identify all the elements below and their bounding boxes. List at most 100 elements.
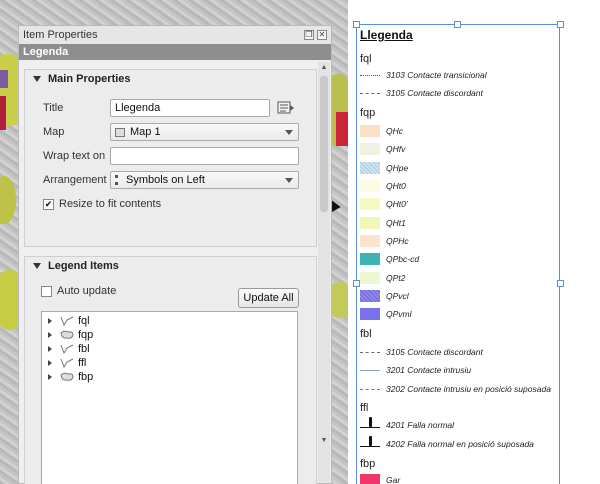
tree-item[interactable]: fql xyxy=(48,314,90,328)
legend-entry: QPvcl xyxy=(360,289,409,303)
scroll-thumb[interactable] xyxy=(320,76,328,212)
map-label: Map xyxy=(43,126,65,138)
fill-swatch xyxy=(360,143,380,155)
dotted-line-icon xyxy=(360,69,380,81)
legend-entry-label: QPvml xyxy=(386,309,412,319)
resize-label: Resize to fit contents xyxy=(59,198,162,210)
float-icon[interactable]: ❐ xyxy=(304,30,314,40)
expand-arrow-icon[interactable] xyxy=(48,374,52,380)
title-input[interactable]: Llegenda xyxy=(110,99,270,117)
fill-swatch xyxy=(360,198,380,210)
tree-item-label: fbp xyxy=(78,371,94,383)
main-properties-header[interactable]: Main Properties xyxy=(25,70,316,88)
fill-swatch xyxy=(360,125,380,137)
auto-update-row[interactable]: Auto update xyxy=(41,281,116,301)
arrangement-select[interactable]: Symbols on Left xyxy=(110,171,299,189)
fill-swatch xyxy=(360,308,380,320)
chevron-down-icon xyxy=(285,178,293,183)
legend-entry: QPbc-cd xyxy=(360,252,419,266)
scroll-up-icon[interactable]: ▲ xyxy=(318,62,330,74)
map-select[interactable]: Map 1 xyxy=(110,123,299,141)
item-properties-panel: Item Properties ❐ ✕ Legenda Main Propert… xyxy=(18,25,332,484)
legend-entry-label: QHfv xyxy=(386,144,406,154)
legend-entry: 4201 Falla normal xyxy=(360,417,455,432)
legend-entry-label: 4201 Falla normal xyxy=(386,420,455,430)
legend-entry: 4202 Falla normal en posició suposada xyxy=(360,436,534,451)
legend-entry-label: QPbc-cd xyxy=(386,254,420,264)
legend-entry-label: 3105 Contacte discordant xyxy=(386,88,483,98)
auto-update-checkbox[interactable] xyxy=(41,285,52,297)
resize-checkbox[interactable]: ✔ xyxy=(43,198,54,210)
fault-line-icon xyxy=(360,436,380,450)
dash-dot-line-icon xyxy=(360,346,380,358)
legend-entry: QHc xyxy=(360,124,403,138)
tree-item[interactable]: ffl xyxy=(48,356,86,370)
legend-entry: QPHc xyxy=(360,234,409,248)
map-feature xyxy=(0,70,8,88)
vertical-scrollbar[interactable]: ▲ ▼ xyxy=(318,62,330,483)
legend-entry-label: QHt0' xyxy=(386,199,408,209)
legend-entry-label: QHt0 xyxy=(386,181,406,191)
expression-editor-icon[interactable] xyxy=(277,101,295,115)
legend-entry-label: 3201 Contacte intrusiu xyxy=(386,365,472,375)
tree-item[interactable]: fbl xyxy=(48,342,90,356)
resize-handle[interactable] xyxy=(353,280,360,287)
legend-group-title: fqp xyxy=(360,107,376,119)
polygon-layer-icon xyxy=(60,372,74,381)
fill-swatch xyxy=(360,235,380,247)
legend-entry-label: 3202 Contacte intrusiu en posició suposa… xyxy=(386,384,551,394)
legend-tree[interactable]: fql fqp fbl ffl fbp xyxy=(41,311,298,484)
layout-canvas[interactable]: Llegenda fql 3103 Contacte transicional … xyxy=(348,0,600,484)
close-icon[interactable]: ✕ xyxy=(317,30,327,40)
expand-arrow-icon[interactable] xyxy=(48,318,52,324)
solid-line-icon xyxy=(360,364,380,376)
panel-titlebar[interactable]: Item Properties ❐ ✕ xyxy=(19,26,331,44)
fault-line-icon xyxy=(360,417,380,431)
tree-item[interactable]: fbp xyxy=(48,370,93,384)
properties-scroll-area: Main Properties Title Llegenda Map Map 1… xyxy=(19,61,317,484)
legend-entry-label: 4202 Falla normal en posició suposada xyxy=(386,439,534,449)
legend-items-header[interactable]: Legend Items xyxy=(25,257,316,275)
tree-item[interactable]: fqp xyxy=(48,328,93,342)
scroll-down-icon[interactable]: ▼ xyxy=(318,435,330,447)
chevron-down-icon xyxy=(285,130,293,135)
legend-entry-label: QHc xyxy=(386,126,403,136)
fill-swatch xyxy=(360,180,380,192)
fill-swatch xyxy=(360,217,380,229)
legend-entry: 3202 Contacte intrusiu en posició suposa… xyxy=(360,382,551,396)
map-select-value: Map 1 xyxy=(130,126,161,138)
tree-item-label: fbl xyxy=(78,343,90,355)
legend-group-title: fql xyxy=(360,53,372,65)
line-layer-icon xyxy=(60,344,74,354)
expand-arrow-icon[interactable] xyxy=(48,360,52,366)
fill-swatch xyxy=(360,253,380,265)
legend-entry: 3103 Contacte transicional xyxy=(360,68,487,82)
update-all-button[interactable]: Update All xyxy=(238,288,299,308)
main-properties-section: Main Properties Title Llegenda Map Map 1… xyxy=(24,69,317,247)
map-row: Map xyxy=(43,122,111,142)
legend-entry: QHfv xyxy=(360,142,405,156)
fill-swatch xyxy=(360,272,380,284)
legend-group-title: fbp xyxy=(360,458,376,470)
expand-arrow-icon[interactable] xyxy=(48,346,52,352)
wrap-text-input[interactable] xyxy=(110,147,299,165)
line-layer-icon xyxy=(60,358,74,368)
resize-handle[interactable] xyxy=(557,21,564,28)
fill-swatch xyxy=(360,162,380,174)
legend-entry: QHpe xyxy=(360,161,408,175)
resize-handle[interactable] xyxy=(557,280,564,287)
legend-entry: QPt2 xyxy=(360,271,405,285)
auto-update-label: Auto update xyxy=(57,285,117,297)
resize-handle[interactable] xyxy=(454,21,461,28)
expand-arrow-icon[interactable] xyxy=(48,332,52,338)
resize-row[interactable]: ✔ Resize to fit contents xyxy=(43,194,161,214)
resize-handle[interactable] xyxy=(353,21,360,28)
tree-item-label: fql xyxy=(78,315,90,327)
map-feature xyxy=(336,112,348,146)
legend-entry: QHt0 xyxy=(360,179,406,193)
legend-entry-label: QPvcl xyxy=(386,291,409,301)
arrangement-select-value: Symbols on Left xyxy=(126,174,205,186)
map-feature xyxy=(0,96,6,130)
legend-entry: QHt0' xyxy=(360,197,407,211)
legend-entry-label: QPHc xyxy=(386,236,409,246)
